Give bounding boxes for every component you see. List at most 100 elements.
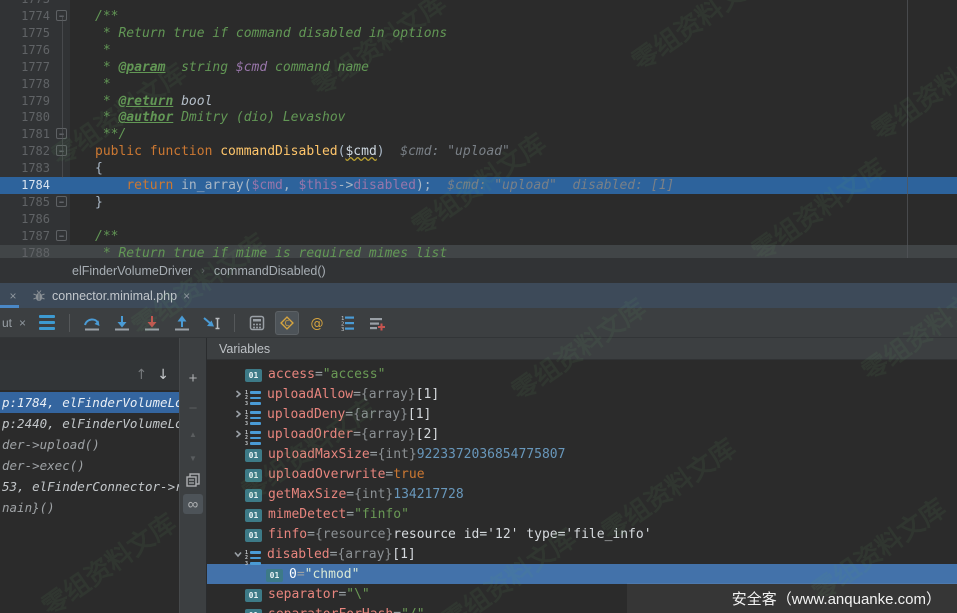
code-line-1785[interactable]: 1785−} [0, 194, 957, 211]
code-line-1784[interactable]: 1784 return in_array($cmd, $this->disabl… [0, 177, 957, 194]
line-number[interactable]: 1784 [21, 178, 50, 192]
next-frame-icon[interactable]: ↓ [157, 368, 169, 382]
hidden-tab-stub[interactable]: × [0, 283, 26, 308]
toolwindow-tab-stub[interactable]: ut × [0, 316, 32, 330]
gutter-cell[interactable]: 1781− [0, 126, 70, 143]
line-number[interactable]: 1780 [21, 110, 50, 124]
close-icon[interactable]: × [19, 317, 26, 329]
line-number[interactable]: 1785 [21, 195, 50, 209]
force-step-into-button[interactable] [140, 311, 164, 335]
line-number[interactable]: 1788 [21, 246, 50, 258]
line-number[interactable]: 1775 [21, 26, 50, 40]
gutter-cell[interactable]: 1775 [0, 25, 70, 42]
breadcrumb-item-method[interactable]: commandDisabled() [214, 264, 326, 278]
line-number[interactable]: 1777 [21, 60, 50, 74]
gutter-cell[interactable]: 1778 [0, 76, 70, 93]
remove-watch-button[interactable]: − [183, 398, 203, 418]
gutter-cell[interactable]: 1783 [0, 160, 70, 177]
variables-panel[interactable]: Variables 01access = "access"123uploadAl… [207, 338, 957, 613]
code-line-1783[interactable]: 1783{ [0, 160, 957, 177]
var-row-uploadOrder[interactable]: 123uploadOrder = {array} [2] [207, 424, 957, 444]
line-number[interactable]: 1778 [21, 77, 50, 91]
var-row-uploadOverwrite[interactable]: 01uploadOverwrite = true [207, 464, 957, 484]
var-row-getMaxSize[interactable]: 01getMaxSize = {int} 134217728 [207, 484, 957, 504]
line-number[interactable]: 1782 [21, 144, 50, 158]
copy-button[interactable] [183, 470, 203, 490]
fold-marker-icon[interactable]: − [56, 230, 67, 241]
evaluate-expression-button[interactable] [245, 311, 269, 335]
code-line-1787[interactable]: 1787−/** [0, 228, 957, 245]
var-row-finfo[interactable]: 01finfo = {resource} resource id='12' ty… [207, 524, 957, 544]
gutter-cell[interactable]: 1776 [0, 42, 70, 59]
var-row-uploadMaxSize[interactable]: 01uploadMaxSize = {int} 9223372036854775… [207, 444, 957, 464]
code-line-1777[interactable]: 1777 * @param string $cmd command name [0, 59, 957, 76]
gutter-cell[interactable]: 1777 [0, 59, 70, 76]
chevron-right-icon[interactable] [231, 387, 245, 401]
line-number[interactable]: 1787 [21, 229, 50, 243]
var-row-uploadDeny[interactable]: 123uploadDeny = {array} [1] [207, 404, 957, 424]
frame-row[interactable]: nain}() [0, 497, 179, 518]
code-line-1782[interactable]: 1782−public function commandDisabled($cm… [0, 143, 957, 160]
code-line-1779[interactable]: 1779 * @return bool [0, 93, 957, 110]
tab-connector-minimal-php[interactable]: connector.minimal.php × [26, 283, 198, 308]
step-over-button[interactable] [80, 311, 104, 335]
gutter-cell[interactable]: 1784 [0, 177, 70, 194]
line-number[interactable]: 1776 [21, 43, 50, 57]
frames-panel[interactable]: ↑ ↓ p:1784, elFinderVolumeLocalFilp:2440… [0, 338, 179, 613]
step-into-button[interactable] [110, 311, 134, 335]
chevron-down-icon[interactable] [231, 547, 245, 561]
step-out-button[interactable] [170, 311, 194, 335]
move-down-button[interactable]: ▼ [183, 448, 203, 468]
menu-button[interactable] [35, 311, 59, 335]
code-editor[interactable]: 1773 1774−/**1775 * Return true if comman… [0, 0, 957, 258]
gutter-cell[interactable]: 1785− [0, 194, 70, 211]
line-number[interactable]: 1783 [21, 161, 50, 175]
code-line-1773[interactable]: 1773 [0, 0, 957, 8]
frame-row[interactable]: der->exec() [0, 455, 179, 476]
code-line-1775[interactable]: 1775 * Return true if command disabled i… [0, 25, 957, 42]
code-line-1788[interactable]: 1788 * Return true if mime is required m… [0, 245, 957, 258]
at-symbol-button[interactable]: @ [305, 311, 329, 335]
line-number[interactable]: 1786 [21, 212, 50, 226]
add-watch-button[interactable]: + [183, 368, 203, 388]
line-number[interactable]: 1774 [21, 9, 50, 23]
run-to-cursor-button[interactable] [200, 311, 224, 335]
move-up-button[interactable]: ▲ [183, 424, 203, 444]
code-line-1778[interactable]: 1778 * [0, 76, 957, 93]
toggle-constants-button[interactable]: C [275, 311, 299, 335]
gutter-cell[interactable]: 1786 [0, 211, 70, 228]
gutter-cell[interactable]: 1774− [0, 8, 70, 25]
var-row-uploadAllow[interactable]: 123uploadAllow = {array} [1] [207, 384, 957, 404]
gutter-cell[interactable]: 1788 [0, 245, 70, 258]
gutter-cell[interactable]: 1779 [0, 93, 70, 110]
gutter-cell[interactable]: 1773 [0, 0, 70, 8]
code-line-1781[interactable]: 1781− **/ [0, 126, 957, 143]
numbered-list-button[interactable]: 123 [335, 311, 359, 335]
line-number[interactable]: 1779 [21, 94, 50, 108]
frame-row[interactable]: der->upload() [0, 434, 179, 455]
chevron-right-icon[interactable] [231, 407, 245, 421]
line-number[interactable]: 1781 [21, 127, 50, 141]
gutter-cell[interactable]: 1780 [0, 109, 70, 126]
previous-frame-icon[interactable]: ↑ [136, 368, 148, 382]
frame-row[interactable]: p:2440, elFinderVolumeLocalFil [0, 413, 179, 434]
close-icon[interactable]: × [9, 290, 16, 302]
code-line-1774[interactable]: 1774−/** [0, 8, 957, 25]
var-row-mimeDetect[interactable]: 01mimeDetect = "finfo" [207, 504, 957, 524]
breadcrumb-item-class[interactable]: elFinderVolumeDriver [72, 264, 192, 278]
gutter-cell[interactable]: 1787− [0, 228, 70, 245]
var-row-access[interactable]: 01access = "access" [207, 364, 957, 384]
show-watches-button[interactable]: ∞ [183, 494, 203, 514]
code-line-1786[interactable]: 1786 [0, 211, 957, 228]
fold-marker-icon[interactable]: − [56, 196, 67, 207]
var-row-0[interactable]: 010 = "chmod" [207, 564, 957, 584]
frame-row[interactable]: p:1784, elFinderVolumeLocalFil [0, 392, 179, 413]
chevron-right-icon[interactable] [231, 427, 245, 441]
line-number[interactable]: 1773 [21, 0, 50, 6]
close-icon[interactable]: × [183, 290, 190, 302]
code-line-1776[interactable]: 1776 * [0, 42, 957, 59]
add-to-watches-button[interactable] [365, 311, 389, 335]
code-line-1780[interactable]: 1780 * @author Dmitry (dio) Levashov [0, 109, 957, 126]
var-row-disabled[interactable]: 123disabled = {array} [1] [207, 544, 957, 564]
gutter-cell[interactable]: 1782− [0, 143, 70, 160]
